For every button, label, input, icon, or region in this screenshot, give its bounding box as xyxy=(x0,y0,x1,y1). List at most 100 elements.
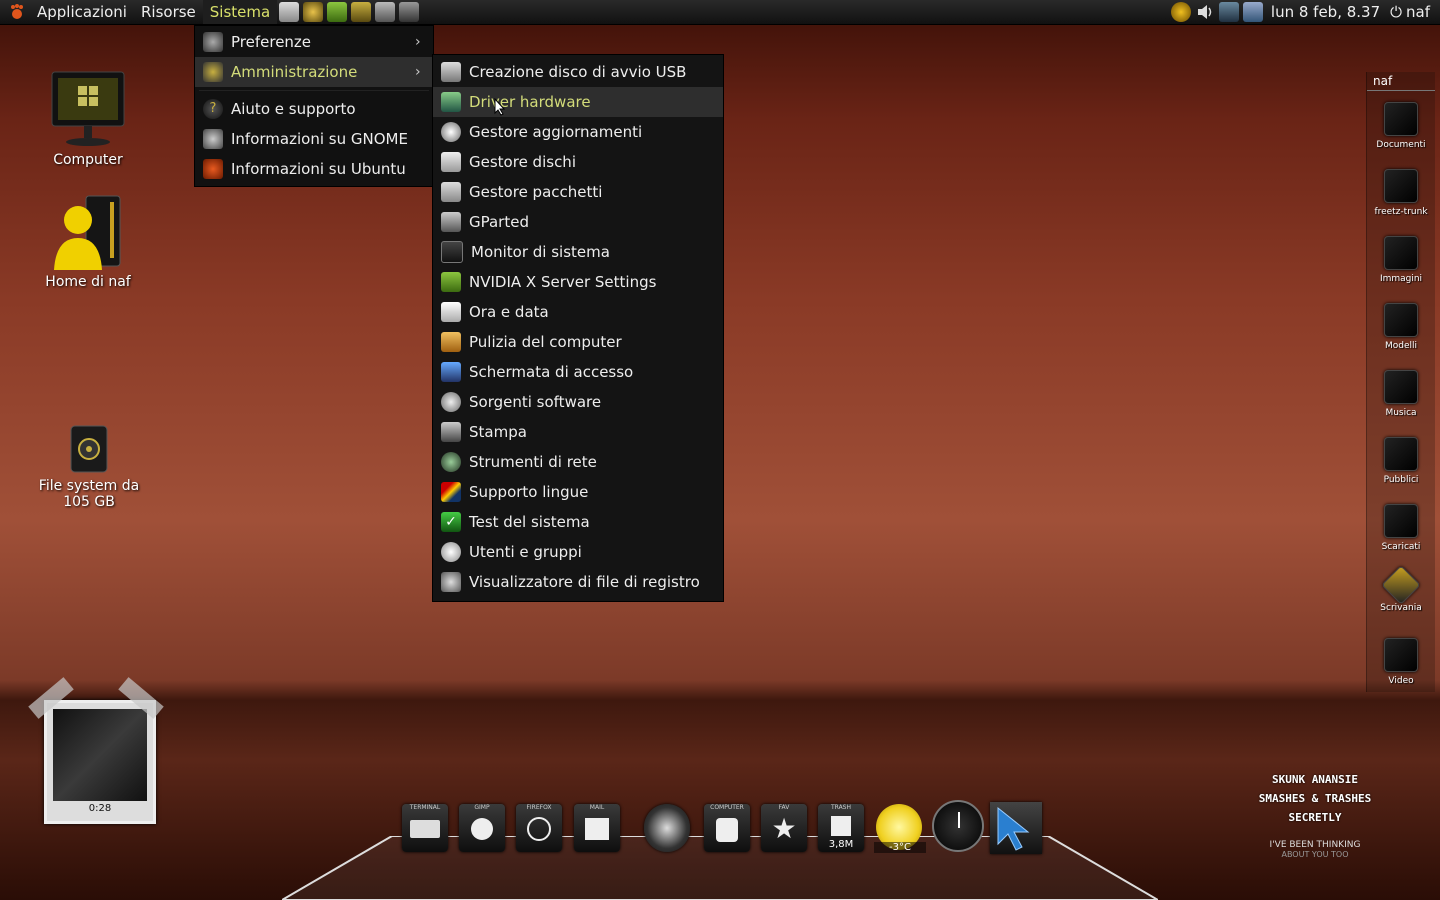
desktop-icon-home[interactable]: Home di naf xyxy=(30,192,146,290)
dock-mail[interactable]: MAIL xyxy=(574,804,620,852)
place-scrivania[interactable]: Scrivania xyxy=(1367,565,1435,613)
media-player-icon[interactable] xyxy=(1170,2,1191,22)
quote-line: SECRETLY xyxy=(1288,811,1342,824)
place-label: freetz-trunk xyxy=(1374,207,1428,217)
folder-icon xyxy=(1384,169,1418,203)
menu-item-package-manager[interactable]: Gestore pacchetti xyxy=(433,177,723,207)
dock-power[interactable] xyxy=(644,804,690,852)
menu-item-aiuto[interactable]: ? Aiuto e supporto xyxy=(195,94,433,124)
menu-item-amministrazione[interactable]: Amministrazione › xyxy=(195,57,433,87)
quote-line: SMASHES & TRASHES xyxy=(1258,792,1372,805)
clock[interactable]: lun 8 feb, 8.37 xyxy=(1271,3,1380,21)
dock-gimp[interactable]: GIMP xyxy=(459,804,505,852)
desktop-icon-filesystem[interactable]: File system da 105 GB xyxy=(24,424,154,510)
dock-cursor-app[interactable] xyxy=(990,802,1042,854)
menu-item-label: Schermata di accesso xyxy=(469,363,634,381)
menu-item-printing[interactable]: Stampa xyxy=(433,417,723,447)
menu-item-software-sources[interactable]: Sorgenti software xyxy=(433,387,723,417)
place-musica[interactable]: Musica xyxy=(1367,370,1435,418)
trash-size: 3,8M xyxy=(828,839,854,850)
menu-sistema[interactable]: Sistema xyxy=(202,0,278,24)
menu-item-driver-hardware[interactable]: Driver hardware xyxy=(433,87,723,117)
menu-separator xyxy=(199,90,429,91)
menu-applicazioni[interactable]: Applicazioni xyxy=(30,0,134,24)
menu-item-label: Informazioni su GNOME xyxy=(231,130,408,148)
menu-item-preferenze[interactable]: Preferenze › xyxy=(195,27,433,57)
menu-item-label: Gestore aggiornamenti xyxy=(469,123,643,141)
gnome-foot-icon[interactable] xyxy=(6,1,28,23)
desktop-icon-label: Computer xyxy=(53,152,123,168)
disk-icon xyxy=(441,152,461,172)
menu-item-update-manager[interactable]: Gestore aggiornamenti xyxy=(433,117,723,147)
dock-computer[interactable]: COMPUTER xyxy=(704,804,750,852)
place-documenti[interactable]: Documenti xyxy=(1367,102,1435,150)
desktop-icon-computer[interactable]: Computer xyxy=(30,70,146,168)
menu-item-computer-janitor[interactable]: Pulizia del computer xyxy=(433,327,723,357)
tools-launcher-icon[interactable] xyxy=(351,2,372,22)
dock-clock[interactable] xyxy=(932,800,984,852)
broom-icon xyxy=(441,332,461,352)
menu-item-info-ubuntu[interactable]: Informazioni su Ubuntu xyxy=(195,154,433,184)
dock-trash[interactable]: TRASH 3,8M xyxy=(818,804,864,852)
dock-terminal[interactable]: TERMINAL xyxy=(402,804,448,852)
menu-risorse[interactable]: Risorse xyxy=(134,0,203,24)
top-panel: Applicazioni Risorse Sistema lun 8 feb, … xyxy=(0,0,1440,25)
dock-label: FAV xyxy=(778,804,790,811)
usb-disk-icon xyxy=(441,62,461,82)
menu-item-login-screen[interactable]: Schermata di accesso xyxy=(433,357,723,387)
nvidia-launcher-icon[interactable] xyxy=(327,2,348,22)
places-sidebar: naf Documenti freetz-trunk Immagini Mode… xyxy=(1366,72,1435,692)
network-icon xyxy=(441,452,461,472)
terminal-launcher-icon[interactable] xyxy=(399,2,420,22)
dock-favorites[interactable]: FAV ★ xyxy=(761,804,807,852)
package-launcher-icon[interactable] xyxy=(279,2,300,22)
folder-icon xyxy=(1384,236,1418,270)
menu-item-log-viewer[interactable]: Visualizzatore di file di registro xyxy=(433,567,723,597)
place-label: Immagini xyxy=(1379,274,1423,284)
menu-item-label: Supporto lingue xyxy=(469,483,589,501)
gear-launcher-icon[interactable] xyxy=(303,2,324,22)
menu-item-label: NVIDIA X Server Settings xyxy=(469,273,657,291)
menu-item-system-testing[interactable]: ✓ Test del sistema xyxy=(433,507,723,537)
network-launcher-icon[interactable] xyxy=(375,2,396,22)
place-pubblici[interactable]: Pubblici xyxy=(1367,437,1435,485)
menu-item-label: Driver hardware xyxy=(469,93,591,111)
menu-item-system-monitor[interactable]: Monitor di sistema xyxy=(433,237,723,267)
place-label: Pubblici xyxy=(1383,475,1419,485)
place-modelli[interactable]: Modelli xyxy=(1367,303,1435,351)
dock-label: TRASH xyxy=(830,804,851,811)
menu-item-info-gnome[interactable]: Informazioni su GNOME xyxy=(195,124,433,154)
menu-item-language-support[interactable]: Supporto lingue xyxy=(433,477,723,507)
computer-icon xyxy=(48,70,128,148)
menu-item-label: Test del sistema xyxy=(469,513,590,531)
menu-item-network-tools[interactable]: Strumenti di rete xyxy=(433,447,723,477)
menu-item-label: Pulizia del computer xyxy=(469,333,622,351)
place-freetz-trunk[interactable]: freetz-trunk xyxy=(1367,169,1435,217)
terminal-icon xyxy=(410,820,440,838)
place-scaricati[interactable]: Scaricati xyxy=(1367,504,1435,552)
menu-item-users-groups[interactable]: Utenti e gruppi xyxy=(433,537,723,567)
place-video[interactable]: Video xyxy=(1367,638,1435,686)
place-immagini[interactable]: Immagini xyxy=(1367,236,1435,284)
user-menu[interactable]: ⏻ naf xyxy=(1390,3,1430,21)
administration-icon xyxy=(203,62,223,82)
clock-hand xyxy=(958,812,960,828)
dock-firefox[interactable]: FIREFOX xyxy=(516,804,562,852)
menu-item-time-date[interactable]: Ora e data xyxy=(433,297,723,327)
log-viewer-icon xyxy=(441,572,461,592)
photo-frame-widget[interactable]: 0:28 xyxy=(44,700,156,824)
dock-label: MAIL xyxy=(589,804,605,811)
folder-icon xyxy=(1384,504,1418,538)
menu-item-gparted[interactable]: GParted xyxy=(433,207,723,237)
menu-item-label: Aiuto e supporto xyxy=(231,100,356,118)
network-monitor-icon[interactable] xyxy=(1218,2,1239,22)
menu-item-usb-startup[interactable]: Creazione disco di avvio USB xyxy=(433,57,723,87)
menu-item-nvidia-settings[interactable]: NVIDIA X Server Settings xyxy=(433,267,723,297)
menu-item-disk-manager[interactable]: Gestore dischi xyxy=(433,147,723,177)
menu-item-label: Visualizzatore di file di registro xyxy=(469,573,700,591)
dock-weather[interactable]: -3°C xyxy=(874,802,926,856)
volume-icon[interactable] xyxy=(1195,2,1215,22)
administration-submenu: Creazione disco di avvio USB Driver hard… xyxy=(432,54,724,602)
notes-icon[interactable] xyxy=(1242,2,1263,22)
place-label: Documenti xyxy=(1376,140,1426,150)
